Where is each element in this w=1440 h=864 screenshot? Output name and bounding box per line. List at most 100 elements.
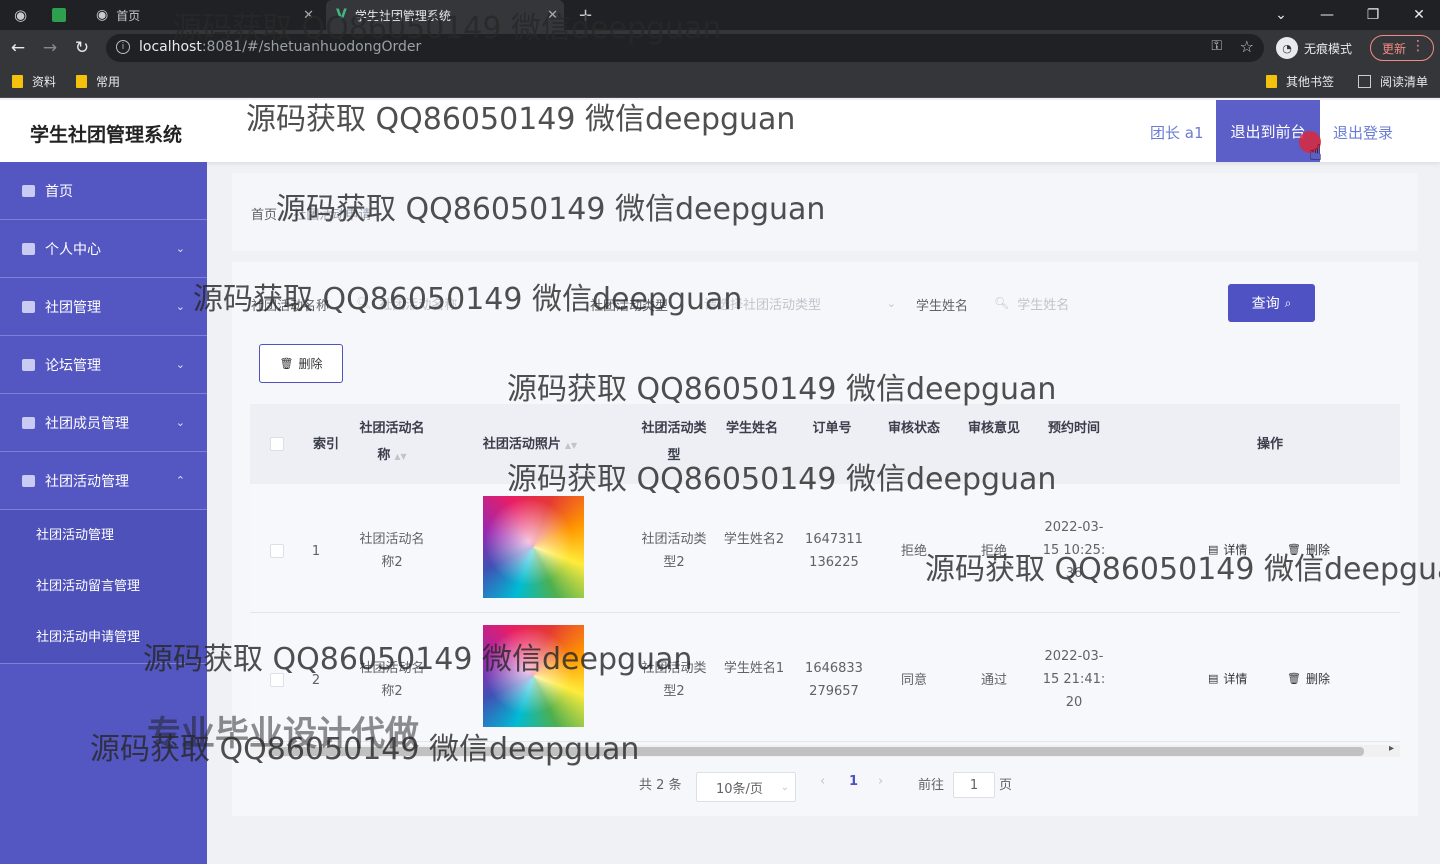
detail-label: 详情 xyxy=(1223,543,1248,557)
update-label: 更新 xyxy=(1382,41,1407,56)
activity-photo[interactable] xyxy=(483,496,584,598)
breadcrumb-current: 社团活动申请 xyxy=(293,208,372,223)
row-index: 2 xyxy=(311,673,321,688)
sidebar-item-forum[interactable]: 论坛管理 ⌄ xyxy=(0,336,207,394)
table-row: 1 社团活动名称2 社团活动类型2 学生姓名2 1647311136225 拒绝… xyxy=(250,484,1400,613)
sidebar-subitem-activity-applications[interactable]: 社团活动申请管理 xyxy=(36,626,140,645)
sidebar-subitem-activity-comments[interactable]: 社团活动留言管理 xyxy=(36,575,140,594)
browser-profile-icon[interactable]: ◉ xyxy=(14,0,36,30)
reload-icon[interactable]: ↻ xyxy=(70,36,94,60)
trash-icon: 🗑︎ xyxy=(1287,672,1301,685)
col-photo[interactable]: 社团活动照片 ▲▼ xyxy=(470,431,590,459)
sidebar-item-profile[interactable]: 个人中心 ⌄ xyxy=(0,220,207,278)
forum-icon xyxy=(22,358,35,371)
search-icon: 🔍︎ xyxy=(356,296,372,310)
tab-search-icon[interactable]: ⌄ xyxy=(1258,0,1304,30)
key-icon[interactable]: ⚿ xyxy=(1211,38,1222,54)
minimize-icon[interactable]: — xyxy=(1304,0,1350,30)
col-student[interactable]: 学生姓名 xyxy=(722,415,782,442)
activity-type-select[interactable]: 请选择社团活动类型 ⌄ xyxy=(704,287,900,319)
prev-page-icon[interactable]: ‹ xyxy=(820,774,825,789)
goto-prefix: 前往 xyxy=(918,778,945,793)
sidebar-item-members[interactable]: 社团成员管理 ⌄ xyxy=(0,394,207,452)
row-checkbox[interactable] xyxy=(270,673,284,687)
info-icon[interactable]: i xyxy=(116,40,130,54)
delete-label: 删除 xyxy=(298,357,323,371)
breadcrumb-separator: / xyxy=(283,208,288,223)
activity-name-input[interactable]: 🔍︎ 社团活动名称 xyxy=(356,287,564,319)
sort-icon[interactable]: ▲▼ xyxy=(565,432,577,459)
detail-button[interactable]: ▤ 详情 xyxy=(1208,541,1247,558)
forward-icon[interactable]: → xyxy=(38,36,62,60)
incognito-indicator[interactable]: ◔ 无痕模式 xyxy=(1276,35,1352,61)
close-icon[interactable]: ✕ xyxy=(547,8,558,23)
url-text: localhost:8081/#/shetuanhuodongOrder xyxy=(139,39,422,55)
chevron-up-icon: ⌃ xyxy=(175,474,185,487)
activity-photo[interactable] xyxy=(483,625,584,727)
search-icon: 🔍︎ xyxy=(994,296,1010,310)
row-order: 1647311136225 xyxy=(805,532,863,570)
sidebar-subitem-activity-manage[interactable]: 社团活动管理 xyxy=(36,524,114,543)
other-bookmarks[interactable]: 其他书签 xyxy=(1266,73,1334,90)
next-page-icon[interactable]: › xyxy=(878,774,883,789)
breadcrumb-home[interactable]: 首页 xyxy=(251,208,277,223)
home-icon xyxy=(22,184,35,197)
sidebar-item-activities[interactable]: 社团活动管理 ⌃ xyxy=(0,452,207,510)
app-favicon-icon[interactable] xyxy=(52,0,74,30)
table-row: 2 社团活动名称2 社团活动类型2 学生姓名1 1646833279657 同意… xyxy=(250,613,1400,742)
current-user: 团长 a1 xyxy=(1150,124,1204,142)
sort-icon[interactable]: ▲▼ xyxy=(394,443,406,470)
update-button[interactable]: 更新 ⋮ xyxy=(1370,35,1434,61)
page-size-select[interactable]: 10条/页 ⌄ xyxy=(696,772,796,802)
col-name[interactable]: 社团活动名称 ▲▼ xyxy=(356,415,428,470)
address-bar[interactable]: i localhost:8081/#/shetuanhuodongOrder ⚿… xyxy=(106,34,1264,62)
menu-dots-icon[interactable]: ⋮ xyxy=(1411,38,1425,54)
query-button[interactable]: 查询 ⌕ xyxy=(1228,284,1315,322)
bookmark-folder[interactable]: 常用 xyxy=(76,73,120,90)
col-order[interactable]: 订单号 xyxy=(802,415,862,442)
batch-delete-button[interactable]: 🗑︎ 删除 xyxy=(259,344,343,383)
scrollbar-thumb[interactable] xyxy=(268,747,1364,756)
goto-suffix: 页 xyxy=(999,778,1013,793)
detail-button[interactable]: ▤ 详情 xyxy=(1208,670,1247,687)
delete-label: 删除 xyxy=(1305,672,1330,686)
col-time[interactable]: 预约时间 xyxy=(1042,415,1106,442)
new-tab-button[interactable]: + xyxy=(578,0,598,30)
horizontal-scrollbar[interactable]: ▸ xyxy=(250,743,1400,757)
close-window-icon[interactable]: ✕ xyxy=(1396,0,1440,30)
bookmark-folder[interactable]: 资料 xyxy=(12,73,56,90)
browser-tab-home[interactable]: ◉ 首页 ✕ xyxy=(86,0,320,30)
col-ops: 操作 xyxy=(1256,437,1283,452)
app-title: 学生社团管理系统 xyxy=(30,124,183,146)
sidebar-item-label: 社团活动管理 xyxy=(45,473,129,490)
back-to-front-button[interactable]: 退出到前台 xyxy=(1216,100,1320,162)
goto-page-input[interactable]: 1 xyxy=(953,772,995,798)
page-number-current[interactable]: 1 xyxy=(849,774,858,789)
reading-list[interactable]: 阅读清单 xyxy=(1358,73,1428,90)
back-icon[interactable]: ← xyxy=(6,36,30,60)
logout-link[interactable]: 退出登录 xyxy=(1333,122,1393,143)
restore-icon[interactable]: ❐ xyxy=(1350,0,1396,30)
vue-icon: V xyxy=(336,7,347,23)
col-type[interactable]: 社团活动类型 xyxy=(638,415,710,469)
user-icon xyxy=(22,242,35,255)
incognito-icon: ◔ xyxy=(1276,37,1298,59)
sidebar-item-home[interactable]: 首页 xyxy=(0,162,207,220)
star-icon[interactable]: ☆ xyxy=(1240,37,1254,56)
row-delete-button[interactable]: 🗑︎ 删除 xyxy=(1287,670,1330,687)
sidebar: 首页 个人中心 ⌄ 社团管理 ⌄ 论坛管理 ⌄ 社团成员管理 ⌄ 社团活动管理 … xyxy=(0,162,207,864)
sidebar-item-label: 个人中心 xyxy=(45,241,101,258)
browser-tab-active[interactable]: V 学生社团管理系统 ✕ xyxy=(326,0,564,30)
document-icon: ▤ xyxy=(1208,543,1219,556)
close-icon[interactable]: ✕ xyxy=(303,8,314,23)
row-checkbox[interactable] xyxy=(270,544,284,558)
student-name-input[interactable]: 🔍︎ 学生姓名 xyxy=(994,287,1200,319)
select-all-checkbox[interactable] xyxy=(270,437,284,451)
sidebar-item-club[interactable]: 社团管理 ⌄ xyxy=(0,278,207,336)
row-name: 社团活动名称2 xyxy=(359,661,425,699)
breadcrumb-card: 首页 / 社团活动申请 xyxy=(232,173,1418,251)
col-status[interactable]: 审核状态 xyxy=(882,415,946,442)
scroll-right-icon[interactable]: ▸ xyxy=(1389,743,1394,754)
row-delete-button[interactable]: 🗑︎ 删除 xyxy=(1287,541,1330,558)
col-opinion[interactable]: 审核意见 xyxy=(962,415,1026,442)
